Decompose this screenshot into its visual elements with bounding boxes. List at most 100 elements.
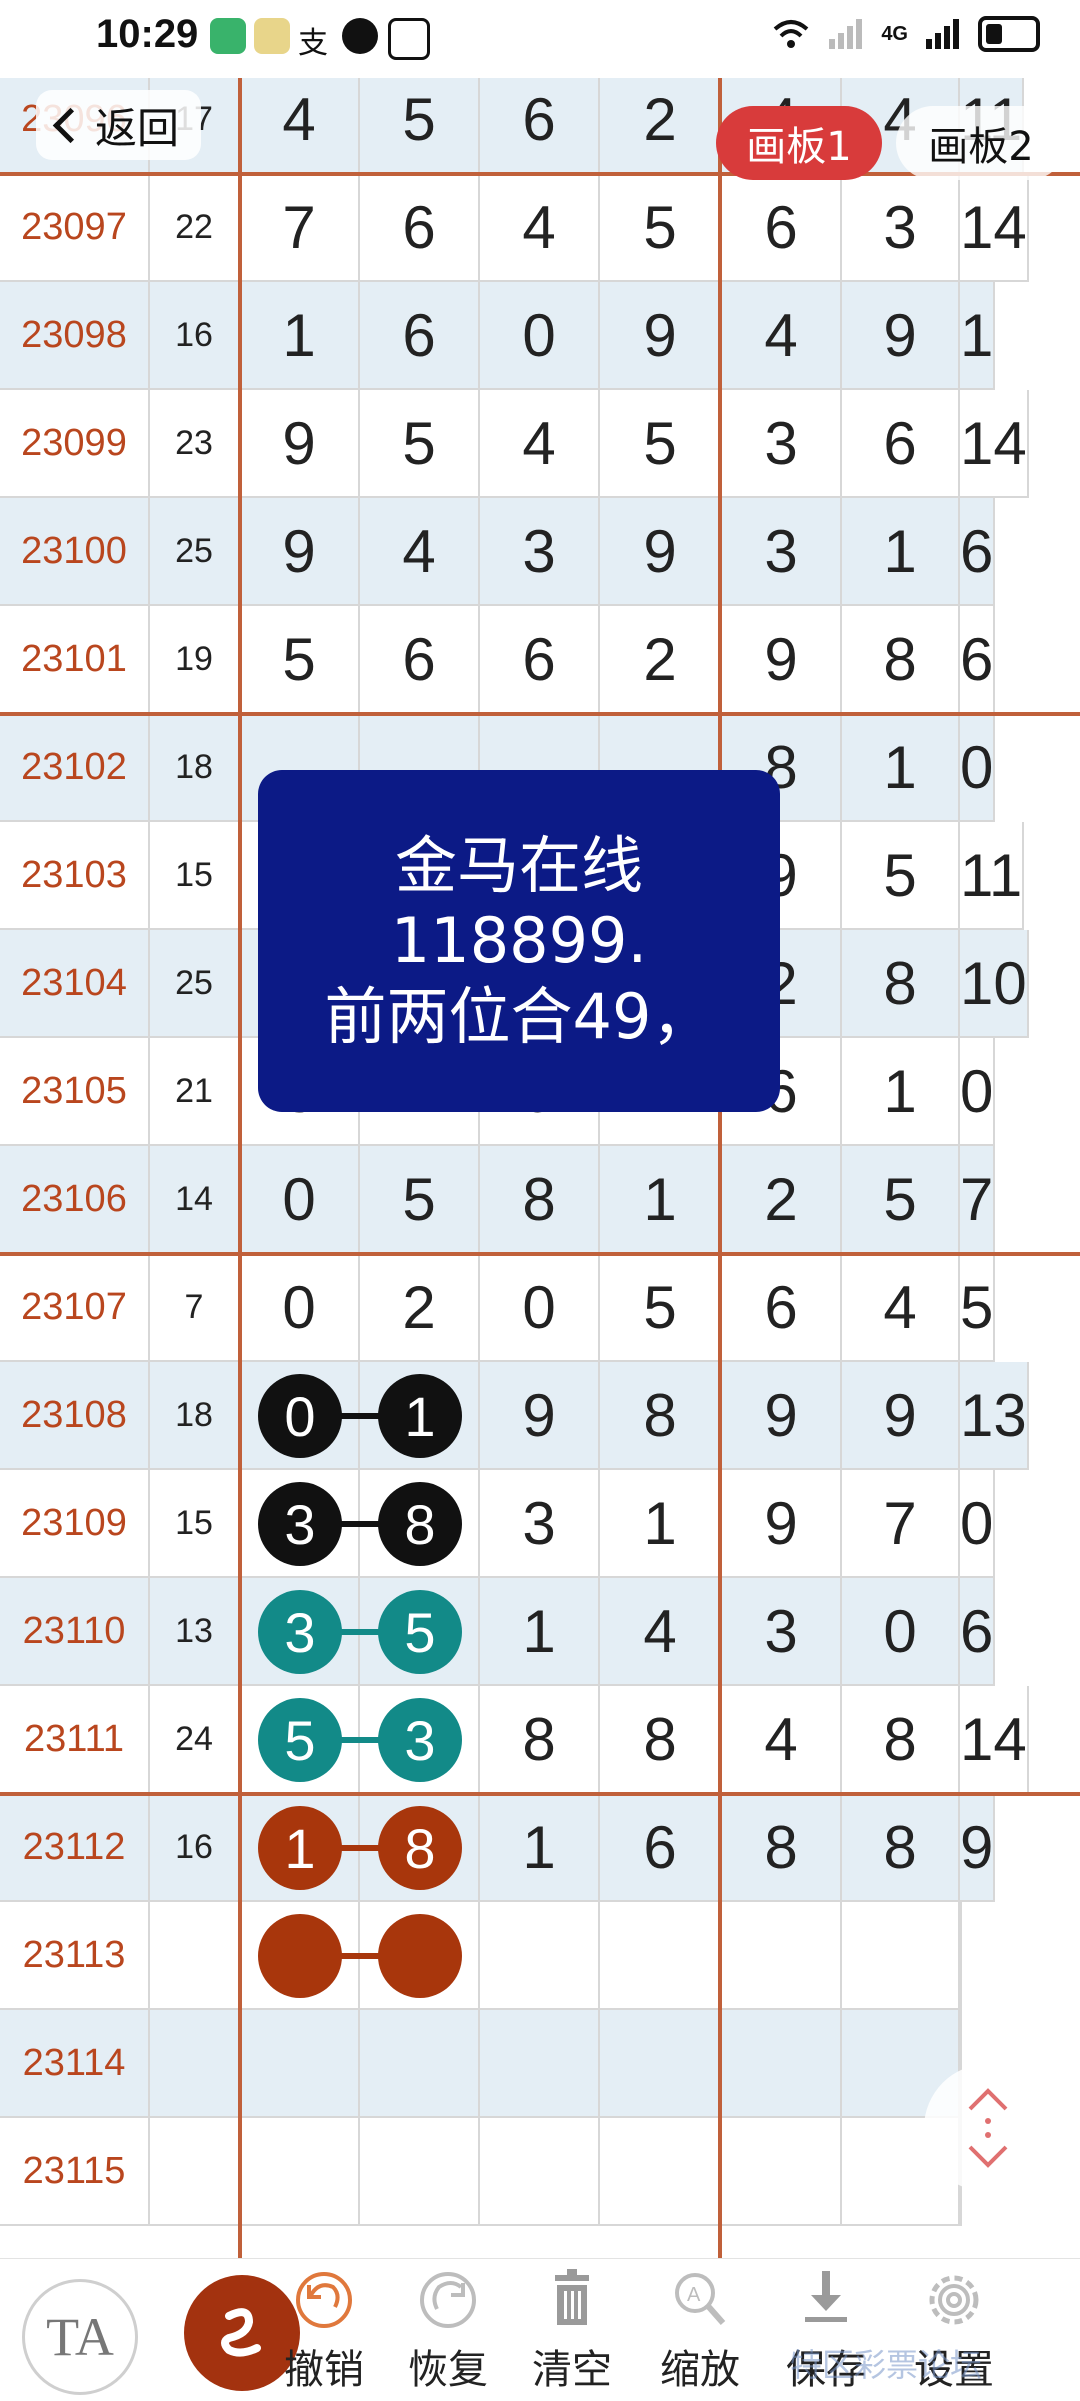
marked-number-ball[interactable]: 5 [258,1698,342,1782]
digit-cell[interactable]: 1 [480,1578,600,1686]
digit-cell[interactable]: 1 [842,498,960,606]
undo-button[interactable]: 撤销 [264,2259,384,2401]
digit-cell[interactable]: 0 [960,714,996,822]
digit-cell[interactable] [722,1902,842,2010]
digit-cell[interactable]: 6 [480,78,600,174]
marked-number-ball[interactable] [378,1914,462,1998]
digit-cell[interactable]: 6 [960,498,996,606]
table-row[interactable]: 23112161816889 [0,1794,1080,1902]
digit-cell[interactable]: 5 [360,390,480,498]
digit-cell[interactable]: 7 [842,1470,960,1578]
digit-cell[interactable]: 14 [960,1686,1029,1794]
marked-number-ball[interactable]: 3 [258,1590,342,1674]
issue-number-cell[interactable]: 23102 [0,714,150,822]
digit-cell[interactable]: 2 [722,1146,842,1254]
digit-cell[interactable]: 3 [722,498,842,606]
sum-cell[interactable]: 14 [150,1146,240,1254]
table-row[interactable]: 23110133514306 [0,1578,1080,1686]
digit-cell[interactable]: 3 [480,1470,600,1578]
digit-cell[interactable]: 2 [600,78,722,174]
sum-cell[interactable]: 25 [150,498,240,606]
digit-cell[interactable]: 4 [722,282,842,390]
digit-cell[interactable]: 8 [600,1686,722,1794]
issue-number-cell[interactable]: 23100 [0,498,150,606]
issue-number-cell[interactable]: 23115 [0,2118,150,2226]
table-row[interactable]: 23101 19 5 6 6 2 9 8 6 [0,606,1080,714]
digit-cell[interactable]: 5 [842,1146,960,1254]
text-annotation[interactable]: 金马在线 118899. 前两位合49， [258,770,780,1112]
marked-number-ball[interactable]: 8 [378,1806,462,1890]
issue-number-cell[interactable]: 23104 [0,930,150,1038]
digit-cell[interactable]: 14 [960,174,1029,282]
back-button[interactable]: 返回 [36,90,202,160]
digit-cell[interactable]: 9 [240,390,360,498]
sum-cell[interactable] [150,2118,240,2226]
digit-cell[interactable]: 6 [360,282,480,390]
issue-number-cell[interactable]: 23107 [0,1254,150,1362]
digit-cell[interactable]: 1 [600,1146,722,1254]
digit-cell[interactable]: 6 [722,1254,842,1362]
issue-number-cell[interactable]: 23108 [0,1362,150,1470]
tab-board-2[interactable]: 画板2 [896,106,1066,180]
table-row[interactable]: 231081801989913 [0,1362,1080,1470]
marked-number-ball[interactable]: 1 [378,1374,462,1458]
issue-number-cell[interactable]: 23109 [0,1470,150,1578]
digit-cell[interactable]: 8 [842,1686,960,1794]
digit-cell[interactable]: 1 [600,1470,722,1578]
digit-cell[interactable]: 1 [842,714,960,822]
digit-cell[interactable] [240,2010,360,2118]
table-row[interactable]: 23099 23 9 5 4 5 3 6 14 [0,390,1080,498]
digit-cell[interactable]: 13 [960,1362,1029,1470]
digit-cell[interactable]: 4 [240,78,360,174]
digit-cell[interactable]: 9 [960,1794,996,1902]
digit-cell[interactable]: 8 [600,1362,722,1470]
digit-cell[interactable]: 5 [600,390,722,498]
digit-cell[interactable]: 0 [240,1146,360,1254]
digit-cell[interactable]: 6 [960,606,996,714]
marked-number-ball[interactable]: 3 [378,1698,462,1782]
marked-number-ball[interactable]: 1 [258,1806,342,1890]
digit-cell[interactable]: 9 [722,1362,842,1470]
digit-cell[interactable] [960,1902,962,2010]
digit-cell[interactable]: 0 [842,1578,960,1686]
digit-cell[interactable] [600,1902,722,2010]
table-row[interactable]: 23100 25 9 4 3 9 3 1 6 [0,498,1080,606]
table-row[interactable]: 23106 14 0 5 8 1 2 5 7 [0,1146,1080,1254]
issue-number-cell[interactable]: 23105 [0,1038,150,1146]
marked-number-ball[interactable]: 3 [258,1482,342,1566]
digit-cell[interactable]: 8 [480,1146,600,1254]
sum-cell[interactable]: 24 [150,1686,240,1794]
digit-cell[interactable] [240,2118,360,2226]
digit-cell[interactable]: 9 [842,1362,960,1470]
table-row[interactable]: 23109153831970 [0,1470,1080,1578]
issue-number-cell[interactable]: 23101 [0,606,150,714]
digit-cell[interactable]: 6 [960,1578,996,1686]
digit-cell[interactable]: 3 [722,390,842,498]
digit-cell[interactable]: 8 [842,606,960,714]
digit-cell[interactable]: 6 [722,174,842,282]
sum-cell[interactable]: 25 [150,930,240,1038]
digit-cell[interactable] [600,2010,722,2118]
digit-cell[interactable]: 0 [480,282,600,390]
sum-cell[interactable] [150,2010,240,2118]
digit-cell[interactable]: 1 [842,1038,960,1146]
digit-cell[interactable]: 9 [722,1470,842,1578]
sum-cell[interactable]: 13 [150,1578,240,1686]
digit-cell[interactable]: 7 [240,174,360,282]
digit-cell[interactable]: 5 [960,1254,996,1362]
tab-board-1[interactable]: 画板1 [716,106,882,180]
digit-cell[interactable] [480,1902,600,2010]
digit-cell[interactable]: 0 [960,1470,996,1578]
digit-cell[interactable]: 8 [842,930,960,1038]
digit-cell[interactable]: 2 [360,1254,480,1362]
sum-cell[interactable]: 18 [150,714,240,822]
digit-cell[interactable]: 4 [480,174,600,282]
digit-cell[interactable]: 1 [480,1794,600,1902]
digit-cell[interactable]: 8 [842,1794,960,1902]
issue-number-cell[interactable]: 23098 [0,282,150,390]
digit-cell[interactable]: 1 [240,282,360,390]
digit-cell[interactable]: 11 [960,822,1025,930]
sum-cell[interactable]: 16 [150,282,240,390]
digit-cell[interactable]: 0 [480,1254,600,1362]
digit-cell[interactable]: 3 [722,1578,842,1686]
